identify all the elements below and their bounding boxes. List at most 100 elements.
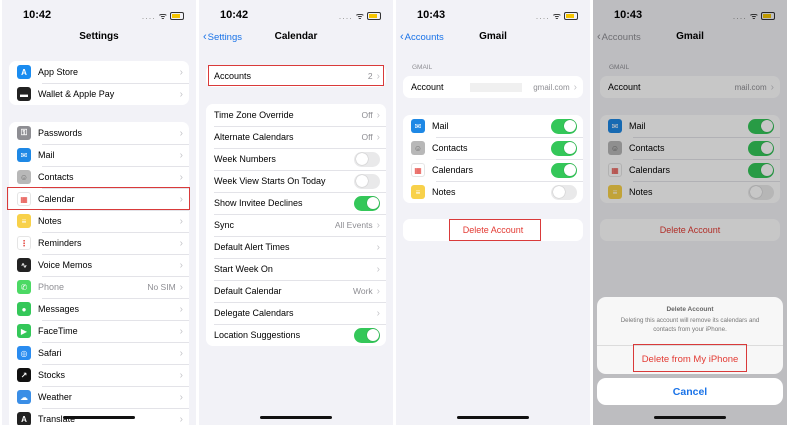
toggle-switch[interactable] [551, 162, 577, 178]
toggle-switch[interactable] [354, 195, 380, 211]
calendar-option-start-week-on[interactable]: Start Week On › [206, 258, 386, 280]
calendar-option-week-numbers[interactable]: Week Numbers [206, 148, 386, 170]
home-indicator [457, 416, 529, 419]
chevron-right-icon: › [376, 285, 380, 297]
notes-icon: ≡ [411, 185, 425, 199]
settings-item-reminders[interactable]: ⋮ Reminders › [9, 232, 189, 254]
chevron-right-icon: › [179, 281, 183, 293]
settings-item-contacts[interactable]: ☺ Contacts › [9, 166, 189, 188]
settings-item-stocks[interactable]: ↗ Stocks › [9, 364, 189, 386]
service-label: Mail [432, 121, 449, 131]
settings-item-wallet[interactable]: ▬ Wallet & Apple Pay › [9, 83, 189, 105]
account-row[interactable]: Account gmail.com › [403, 76, 583, 98]
chevron-right-icon: › [179, 303, 183, 315]
home-indicator [654, 416, 726, 419]
option-label: Default Calendar [214, 286, 282, 296]
settings-item-label: Mail [38, 150, 55, 160]
settings-item-label: Weather [38, 392, 72, 402]
signal-icon: .... [338, 10, 353, 21]
reminders-icon: ⋮ [17, 236, 31, 250]
settings-item-label: Notes [38, 216, 62, 226]
settings-item-app-store[interactable]: A App Store › [9, 61, 189, 83]
status-time: 10:42 [220, 9, 249, 21]
calendar-option-default-alert-times[interactable]: Default Alert Times › [206, 236, 386, 258]
chevron-right-icon: › [376, 307, 380, 319]
option-value: Off [361, 132, 373, 142]
settings-item-safari[interactable]: ◎ Safari › [9, 342, 189, 364]
contacts-icon: ☺ [17, 170, 31, 184]
accounts-row[interactable]: Accounts 2 › [206, 65, 386, 87]
calendar-settings-screen: 10:42 .... ᯤ ‹Settings Calendar Accounts… [199, 0, 393, 425]
page-title: Gmail [479, 31, 507, 42]
settings-item-label: Safari [38, 348, 62, 358]
phone-icon: ✆ [17, 280, 31, 294]
calendar-option-delegate-calendars[interactable]: Delegate Calendars › [206, 302, 386, 324]
chevron-right-icon: › [179, 259, 183, 271]
delete-from-iphone-button[interactable]: Delete from My iPhone [597, 346, 783, 374]
delete-confirm-screen: 10:43 .... ᯤ ‹Accounts Gmail GMAIL Accou… [593, 0, 787, 425]
home-indicator [260, 416, 332, 419]
safari-icon: ◎ [17, 346, 31, 360]
accounts-label: Accounts [214, 71, 252, 81]
section-header: GMAIL [412, 64, 433, 71]
calendar-option-location-suggestions[interactable]: Location Suggestions [206, 324, 386, 346]
settings-item-label: Stocks [38, 370, 66, 380]
cancel-button[interactable]: Cancel [597, 378, 783, 405]
status-bar: 10:42 .... ᯤ [2, 0, 196, 28]
facetime-icon: ▶ [17, 324, 31, 338]
settings-item-facetime[interactable]: ▶ FaceTime › [9, 320, 189, 342]
home-indicator [63, 416, 135, 419]
chevron-right-icon: › [179, 149, 183, 161]
settings-item-voice-memos[interactable]: ∿ Voice Memos › [9, 254, 189, 276]
toggle-switch[interactable] [354, 173, 380, 189]
gmail-account-screen: 10:43 .... ᯤ ‹Accounts Gmail GMAIL Accou… [396, 0, 590, 425]
settings-item-label: FaceTime [38, 326, 78, 336]
calendar-option-alternate-calendars[interactable]: Alternate Calendars Off › [206, 126, 386, 148]
account-label: Account [411, 82, 444, 92]
service-calendars[interactable]: ▦ Calendars [403, 159, 583, 181]
delete-account-button[interactable]: Delete Account [403, 219, 583, 241]
calendar-option-time-zone-override[interactable]: Time Zone Override Off › [206, 104, 386, 126]
service-notes[interactable]: ≡ Notes [403, 181, 583, 203]
settings-item-notes[interactable]: ≡ Notes › [9, 210, 189, 232]
calendar-option-show-invitee-declines[interactable]: Show Invitee Declines [206, 192, 386, 214]
service-mail[interactable]: ✉ Mail [403, 115, 583, 137]
mail-icon: ✉ [411, 119, 425, 133]
calendar-icon: ▦ [17, 192, 31, 206]
settings-item-mail[interactable]: ✉ Mail › [9, 144, 189, 166]
status-time: 10:42 [23, 9, 52, 21]
sheet-message: Deleting this account will remove its ca… [620, 317, 760, 333]
toggle-switch[interactable] [551, 184, 577, 200]
toggle-switch[interactable] [551, 118, 577, 134]
signal-icon: .... [535, 10, 550, 21]
calendar-option-week-view-starts-on-today[interactable]: Week View Starts On Today [206, 170, 386, 192]
settings-item-phone[interactable]: ✆ Phone No SIM › [9, 276, 189, 298]
toggle-switch[interactable] [354, 327, 380, 343]
option-label: Week View Starts On Today [214, 176, 326, 186]
settings-item-messages[interactable]: ● Messages › [9, 298, 189, 320]
chevron-right-icon: › [376, 131, 380, 143]
settings-item-value: No SIM [147, 282, 176, 292]
wifi-icon: ᯤ [552, 11, 561, 21]
settings-group-1: A App Store › ▬ Wallet & Apple Pay › [9, 61, 189, 105]
settings-item-weather[interactable]: ☁ Weather › [9, 386, 189, 408]
calendar-option-default-calendar[interactable]: Default Calendar Work › [206, 280, 386, 302]
chevron-right-icon: › [376, 219, 380, 231]
battery-icon [564, 11, 578, 20]
chevron-right-icon: › [179, 347, 183, 359]
settings-item-calendar[interactable]: ▦ Calendar › [9, 188, 189, 210]
calendar-option-sync[interactable]: Sync All Events › [206, 214, 386, 236]
wifi-icon: ᯤ [158, 11, 167, 21]
option-label: Sync [214, 220, 235, 230]
wallet-icon: ▬ [17, 87, 31, 101]
settings-item-passwords[interactable]: ⚿ Passwords › [9, 122, 189, 144]
status-icons: .... ᯤ [142, 9, 184, 22]
chevron-right-icon: › [376, 70, 380, 82]
service-contacts[interactable]: ☺ Contacts [403, 137, 583, 159]
chevron-right-icon: › [376, 263, 380, 275]
toggle-switch[interactable] [354, 151, 380, 167]
toggle-switch[interactable] [551, 140, 577, 156]
translate-icon: A [17, 412, 31, 425]
settings-group-2: ⚿ Passwords › ✉ Mail › ☺ Contacts › ▦ Calendar › ≡ No… [9, 122, 189, 425]
settings-item-label: Phone [38, 282, 65, 292]
